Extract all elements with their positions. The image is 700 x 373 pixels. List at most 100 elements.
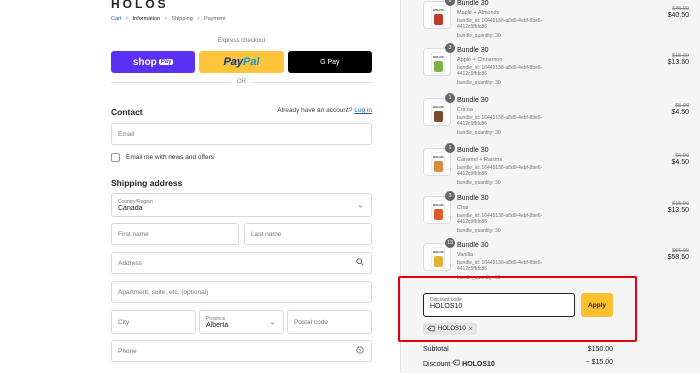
phone-field[interactable]: Phone ? [111, 340, 372, 362]
shop-pay-text: shop [132, 56, 157, 68]
paypal-text-b: Pal [243, 56, 260, 68]
tag-icon [427, 325, 435, 334]
last-name-placeholder: Last name [251, 230, 282, 238]
discount-label: Discount [423, 361, 451, 368]
chevron-right-icon: > [164, 16, 168, 22]
shop-pay-badge: Pay [158, 59, 174, 65]
quantity-badge: 13 [445, 238, 455, 248]
cart-item: HOLOS 1 Bundle 30 Caramel + Raisins bund… [423, 143, 689, 190]
postal-code-field[interactable]: Postal code [287, 310, 372, 334]
phone-placeholder: Phone [118, 347, 137, 355]
package-brand: HOLOS [433, 55, 444, 59]
google-pay-text: G Pay [320, 58, 340, 66]
item-bundle-id: bundle_id: 16449138-a8d9-4ebf-8be6-4412c… [457, 260, 543, 272]
cart-item: HOLOS 1 Bundle 30 Cocoa bundle_id: 16449… [423, 93, 689, 140]
product-package-image: HOLOS [431, 5, 445, 27]
email-placeholder: Email [118, 130, 135, 138]
last-name-field[interactable]: Last name [244, 223, 372, 245]
item-variant: Chai [457, 205, 469, 211]
subtotal-value: $150.00 [587, 346, 613, 353]
quantity-badge: 1 [445, 93, 455, 103]
svg-text:?: ? [359, 348, 362, 354]
or-text: OR [237, 79, 246, 85]
newsletter-checkbox[interactable] [111, 153, 120, 162]
apply-button[interactable]: Apply [581, 293, 613, 317]
discount-tag: HOLOS10 × [423, 323, 477, 335]
product-package-image: HOLOS [431, 152, 445, 174]
discount-code-field[interactable]: Discount code HOLOS10 [423, 293, 575, 317]
item-bundle-id: bundle_id: 16449138-a8d9-4ebf-8be6-4412c… [457, 165, 543, 177]
quantity-badge: 1 [445, 143, 455, 153]
cart-item: HOLOS 3 Bundle 30 Apple + Cinnamon bundl… [423, 43, 689, 90]
breadcrumb-payment: Payment [203, 16, 226, 22]
address-field[interactable]: Address [111, 252, 372, 274]
paypal-button[interactable]: Pay Pal [199, 51, 284, 73]
remove-discount-icon[interactable]: × [469, 326, 473, 333]
item-variant: Cocoa [457, 107, 473, 113]
quantity-badge: 3 [445, 43, 455, 53]
shop-pay-button[interactable]: shop Pay [111, 51, 196, 73]
item-bundle-quantity: bundle_quantity: 30 [457, 130, 501, 136]
address-placeholder: Address [118, 259, 142, 267]
package-flavor-graphic [434, 256, 443, 267]
discount-row-label: Discount HOLOS10 [423, 359, 495, 368]
province-select[interactable]: Province Alberta ⌄ [199, 310, 284, 334]
newsletter-checkbox-row[interactable]: Email me with news and offers [111, 153, 214, 162]
chevron-right-icon: > [196, 16, 200, 22]
country-select[interactable]: Country/Region Canada ⌄ [111, 193, 372, 217]
discount-row: Discount HOLOS10 − $15.00 [423, 359, 613, 368]
apartment-field[interactable]: Apartment, suite, etc. (optional) [111, 281, 372, 303]
city-field[interactable]: City [111, 310, 196, 334]
discount-code-text: HOLOS10 [462, 361, 495, 368]
divider-line [111, 81, 231, 83]
item-price: $13.50 [667, 59, 689, 66]
newsletter-label: Email me with news and offers [126, 154, 215, 161]
express-payment-buttons: shop Pay Pay Pal G Pay [111, 51, 372, 73]
breadcrumb: Cart > Information > Shipping > Payment [111, 16, 226, 22]
item-name: Bundle 30 [457, 0, 489, 7]
item-variant: Maple + Almonds [457, 10, 500, 16]
first-name-placeholder: First name [118, 230, 149, 238]
login-link[interactable]: Log in [354, 107, 372, 114]
cart-item: HOLOS 9 Bundle 30 Maple + Almonds bundle… [423, 0, 689, 43]
chevron-down-icon: ⌄ [357, 200, 364, 210]
shipping-heading: Shipping address [111, 178, 183, 188]
discount-value: − $15.00 [585, 359, 613, 366]
product-package-image: HOLOS [431, 200, 445, 222]
item-name: Bundle 30 [457, 97, 489, 104]
item-bundle-quantity: bundle_quantity: 30 [457, 33, 501, 39]
quantity-badge: 3 [445, 191, 455, 201]
item-name: Bundle 30 [457, 147, 489, 154]
account-prompt: Already have an account? Log in [277, 107, 372, 114]
package-brand: HOLOS [433, 8, 444, 12]
subtotal-label: Subtotal [423, 346, 449, 353]
postal-placeholder: Postal code [294, 318, 328, 326]
item-variant: Vanilla [457, 252, 474, 258]
product-package-image: HOLOS [431, 102, 445, 124]
first-name-field[interactable]: First name [111, 223, 239, 245]
package-flavor-graphic [434, 111, 443, 122]
product-package-image: HOLOS [431, 247, 445, 269]
search-icon [356, 258, 364, 268]
breadcrumb-information: Information [132, 16, 161, 22]
contact-heading: Contact [111, 107, 143, 117]
package-brand: HOLOS [433, 250, 444, 254]
express-checkout-label: Express checkout [217, 38, 266, 44]
country-stack: Country/Region Canada [118, 199, 153, 212]
item-price: $13.50 [667, 207, 689, 214]
item-bundle-id: bundle_id: 16449138-a8d9-4ebf-8be6-4412c… [457, 115, 543, 127]
product-package-image: HOLOS [431, 52, 445, 74]
help-icon[interactable]: ? [356, 346, 364, 356]
breadcrumb-cart[interactable]: Cart [111, 16, 121, 22]
discount-code-value: HOLOS10 [430, 303, 463, 310]
city-placeholder: City [118, 318, 130, 326]
apartment-placeholder: Apartment, suite, etc. (optional) [118, 288, 209, 296]
brand-logo[interactable]: HOLOS [111, 0, 169, 11]
package-flavor-graphic [434, 14, 443, 25]
email-field[interactable]: Email [111, 123, 372, 145]
subtotal-row: Subtotal $150.00 [423, 346, 613, 353]
item-bundle-quantity: bundle_quantity: 30 [457, 80, 501, 86]
item-bundle-id: bundle_id: 16449138-a8d9-4ebf-8be6-4412c… [457, 213, 543, 225]
item-variant: Apple + Cinnamon [457, 57, 503, 63]
google-pay-button[interactable]: G Pay [287, 51, 372, 73]
